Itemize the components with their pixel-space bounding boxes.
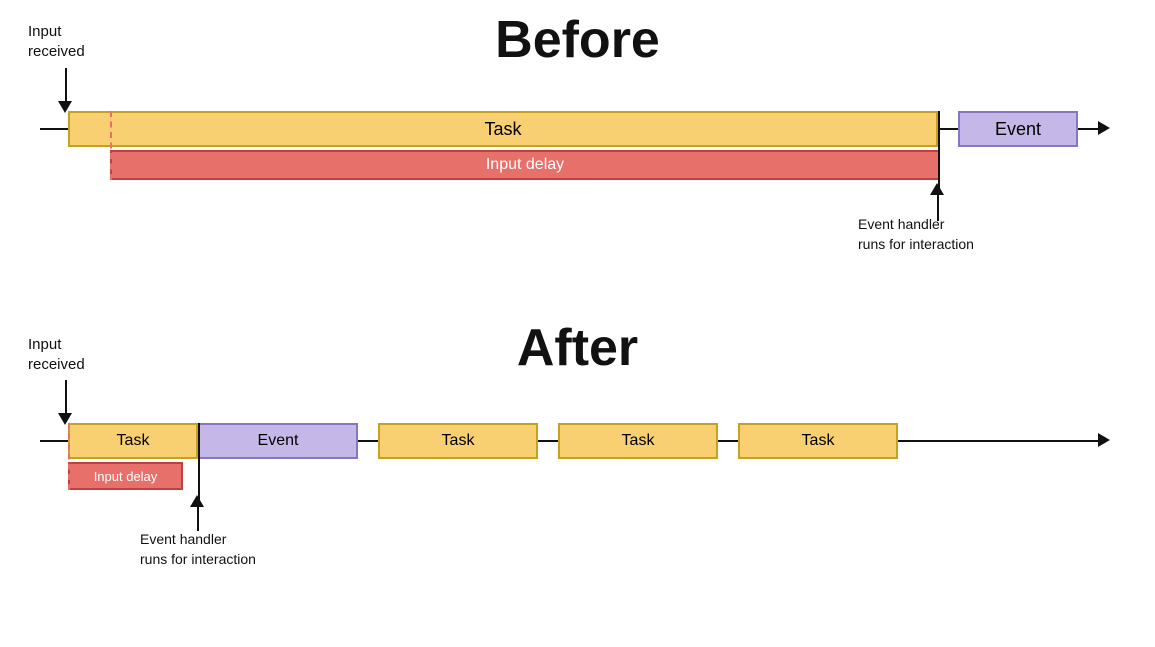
diagram-container: Before Inputreceived Task Event Input de…	[0, 0, 1155, 647]
after-input-delay-block: Input delay	[68, 462, 183, 490]
before-dashed-line	[110, 111, 112, 180]
after-task-block-3: Task	[558, 423, 718, 459]
after-event-handler-vline	[198, 423, 200, 503]
after-timeline-arrow	[1098, 433, 1110, 447]
after-event-handler-label: Event handlerruns for interaction	[140, 530, 256, 569]
after-title: After	[0, 318, 1155, 378]
before-input-received-label: Inputreceived	[28, 22, 85, 61]
after-task-block-4: Task	[738, 423, 898, 459]
after-task-block-2: Task	[378, 423, 538, 459]
before-input-delay-block: Input delay	[110, 150, 940, 180]
before-title: Before	[0, 10, 1155, 70]
after-event-handler-arrow-shaft	[197, 503, 199, 531]
before-event-handler-vline	[938, 111, 940, 191]
before-event-handler-label: Event handlerruns for interaction	[858, 215, 974, 254]
before-input-arrow-shaft	[65, 68, 67, 103]
after-event-handler-arrow-up	[190, 495, 204, 507]
before-task-block: Task	[68, 111, 938, 147]
before-event-handler-arrow-up	[930, 183, 944, 195]
before-timeline-arrow	[1098, 121, 1110, 135]
after-event-block: Event	[198, 423, 358, 459]
after-input-received-label: Inputreceived	[28, 335, 85, 374]
after-input-arrow-shaft	[65, 380, 67, 415]
after-task-block-1: Task	[68, 423, 198, 459]
before-event-block: Event	[958, 111, 1078, 147]
after-dashed-line	[68, 423, 70, 490]
